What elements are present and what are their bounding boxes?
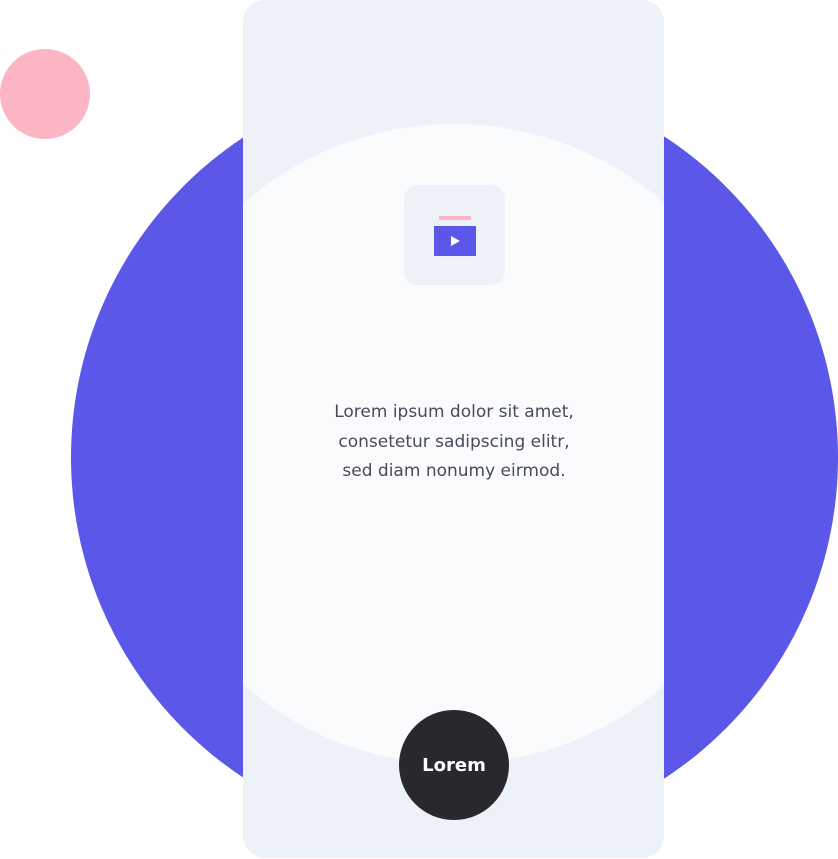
video-play-icon <box>434 226 476 256</box>
phone-card: Lorem ipsum dolor sit amet, consetetur s… <box>243 0 664 858</box>
body-text: Lorem ipsum dolor sit amet, consetetur s… <box>334 402 574 481</box>
video-icon-tile <box>404 185 505 285</box>
play-icon <box>451 236 460 246</box>
video-icon-bar <box>439 216 471 220</box>
lorem-button[interactable]: Lorem <box>399 710 509 820</box>
decorative-pink-dot <box>0 49 90 139</box>
